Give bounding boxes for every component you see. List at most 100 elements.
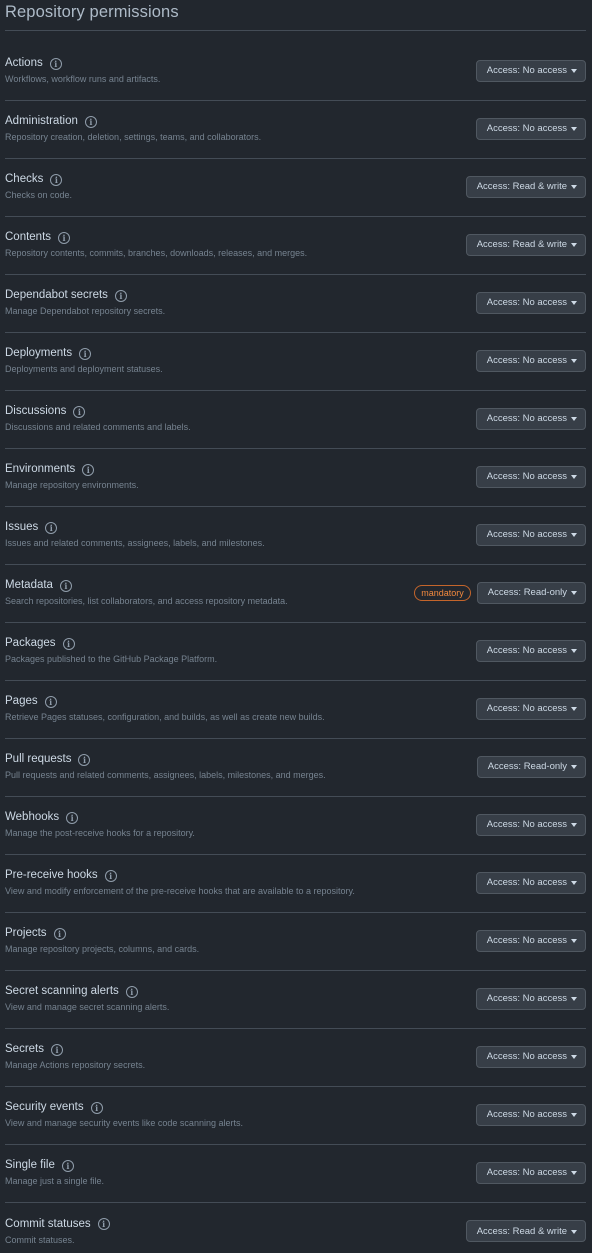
permission-row-deployments: Deployments i Deployments and deployment…: [5, 333, 586, 391]
access-dropdown-button[interactable]: Access: Read & write: [465, 1220, 586, 1242]
info-icon[interactable]: i: [49, 57, 62, 70]
access-label: Access: No access: [486, 819, 567, 830]
info-icon[interactable]: i: [84, 115, 97, 128]
access-dropdown-button[interactable]: Access: Read & write: [465, 233, 586, 256]
permission-row-packages: Packages i Packages published to the Git…: [5, 623, 586, 681]
permission-row-administration: Administration i Repository creation, de…: [5, 101, 586, 159]
permission-name: Packages: [5, 637, 56, 649]
caret-down-icon: [571, 1055, 577, 1059]
info-icon[interactable]: i: [62, 637, 75, 650]
permission-row-commit-statuses: Commit statuses i Commit statuses. Acces…: [5, 1203, 586, 1253]
permission-name: Webhooks: [5, 811, 60, 823]
permission-controls: Access: No access: [475, 523, 586, 546]
permission-description: Repository creation, deletion, settings,…: [5, 132, 262, 142]
permission-name: Pre-receive hooks: [5, 869, 98, 881]
access-dropdown-button[interactable]: Access: No access: [475, 407, 586, 430]
permission-text: Metadata i Search repositories, list col…: [5, 578, 288, 607]
caret-down-icon: [571, 707, 577, 711]
permission-row-issues: Issues i Issues and related comments, as…: [5, 507, 586, 565]
permission-title: Pages i: [5, 694, 325, 709]
permission-row-pull-requests: Pull requests i Pull requests and relate…: [5, 739, 586, 797]
permission-controls: Access: No access: [475, 1045, 586, 1068]
info-icon[interactable]: i: [44, 695, 57, 708]
permission-name: Contents: [5, 231, 52, 243]
caret-down-icon: [571, 243, 577, 247]
permission-controls: Access: No access: [475, 1161, 586, 1184]
permission-description: Checks on code.: [5, 190, 73, 200]
caret-down-icon: [571, 359, 577, 363]
access-dropdown-button[interactable]: Access: Read & write: [465, 175, 586, 198]
permission-description: View and manage security events like cod…: [5, 1118, 243, 1128]
info-icon[interactable]: i: [114, 289, 127, 302]
access-dropdown-button[interactable]: Access: No access: [475, 117, 586, 140]
access-dropdown-button[interactable]: Access: No access: [475, 465, 586, 488]
info-icon[interactable]: i: [79, 347, 92, 360]
permission-description: Manage repository projects, columns, and…: [5, 944, 200, 954]
caret-down-icon: [571, 591, 577, 595]
access-dropdown-button[interactable]: Access: No access: [475, 1161, 586, 1184]
info-icon[interactable]: i: [104, 869, 117, 882]
permission-description: Commit statuses.: [5, 1234, 75, 1245]
permission-controls: Access: No access: [475, 987, 586, 1010]
access-dropdown-button[interactable]: Access: No access: [475, 291, 586, 314]
access-label: Access: Read & write: [476, 239, 567, 250]
permission-row-single-file: Single file i Manage just a single file.…: [5, 1145, 586, 1203]
info-icon[interactable]: i: [78, 753, 91, 766]
access-dropdown-button[interactable]: Access: No access: [475, 59, 586, 82]
info-icon[interactable]: i: [97, 1218, 110, 1230]
permission-row-metadata: Metadata i Search repositories, list col…: [5, 565, 586, 623]
access-label: Access: No access: [486, 123, 567, 134]
caret-down-icon: [571, 881, 577, 885]
permission-text: Pre-receive hooks i View and modify enfo…: [5, 868, 355, 897]
access-dropdown-button[interactable]: Access: Read-only: [476, 581, 586, 604]
access-dropdown-button[interactable]: Access: No access: [475, 639, 586, 662]
access-dropdown-button[interactable]: Access: No access: [475, 523, 586, 546]
permission-title: Pull requests i: [5, 752, 326, 767]
info-icon[interactable]: i: [61, 1159, 74, 1172]
access-label: Access: No access: [486, 993, 567, 1004]
info-icon[interactable]: i: [45, 521, 58, 534]
access-dropdown-button[interactable]: Access: No access: [475, 813, 586, 836]
permission-text: Pull requests i Pull requests and relate…: [5, 752, 326, 781]
mandatory-badge: mandatory: [414, 584, 471, 601]
permission-description: Discussions and related comments and lab…: [5, 422, 191, 432]
permission-text: Dependabot secrets i Manage Dependabot r…: [5, 288, 165, 317]
access-label: Access: Read & write: [476, 1225, 567, 1237]
info-icon[interactable]: i: [53, 927, 66, 940]
permission-controls: mandatory Access: Read-only: [414, 581, 586, 604]
info-icon[interactable]: i: [125, 985, 138, 998]
access-label: Access: Read-only: [487, 587, 567, 598]
permission-name: Security events: [5, 1101, 84, 1113]
permission-row-projects: Projects i Manage repository projects, c…: [5, 913, 586, 971]
info-icon[interactable]: i: [82, 463, 95, 476]
info-icon[interactable]: i: [51, 1043, 63, 1056]
permission-title: Single file i: [5, 1158, 104, 1173]
permission-description: Pull requests and related comments, assi…: [5, 770, 326, 780]
permission-description: Issues and related comments, assignees, …: [5, 538, 265, 548]
info-icon[interactable]: i: [59, 579, 72, 592]
permission-name: Dependabot secrets: [5, 289, 108, 301]
caret-down-icon: [571, 1113, 577, 1117]
caret-down-icon: [571, 1229, 577, 1234]
access-dropdown-button[interactable]: Access: No access: [475, 697, 586, 720]
access-dropdown-button[interactable]: Access: No access: [475, 929, 586, 952]
access-dropdown-button[interactable]: Access: Read-only: [476, 755, 586, 778]
permission-description: Manage Actions repository secrets.: [5, 1060, 146, 1070]
access-dropdown-button[interactable]: Access: No access: [475, 987, 586, 1010]
permission-name: Deployments: [5, 347, 73, 359]
info-icon[interactable]: i: [73, 405, 86, 418]
access-dropdown-button[interactable]: Access: No access: [475, 1103, 586, 1126]
info-icon[interactable]: i: [58, 231, 71, 244]
access-dropdown-button[interactable]: Access: No access: [475, 871, 586, 894]
permission-title: Secret scanning alerts i: [5, 984, 169, 999]
permission-title: Checks i: [5, 172, 72, 187]
permission-text: Contents i Repository contents, commits,…: [5, 230, 307, 259]
access-dropdown-button[interactable]: Access: No access: [475, 349, 586, 372]
info-icon[interactable]: i: [50, 173, 63, 186]
access-dropdown-button[interactable]: Access: No access: [475, 1045, 586, 1068]
permission-name: Environments: [5, 463, 76, 475]
info-icon[interactable]: i: [90, 1101, 103, 1114]
permission-text: Administration i Repository creation, de…: [5, 114, 261, 143]
access-label: Access: No access: [486, 471, 567, 482]
info-icon[interactable]: i: [66, 811, 79, 824]
